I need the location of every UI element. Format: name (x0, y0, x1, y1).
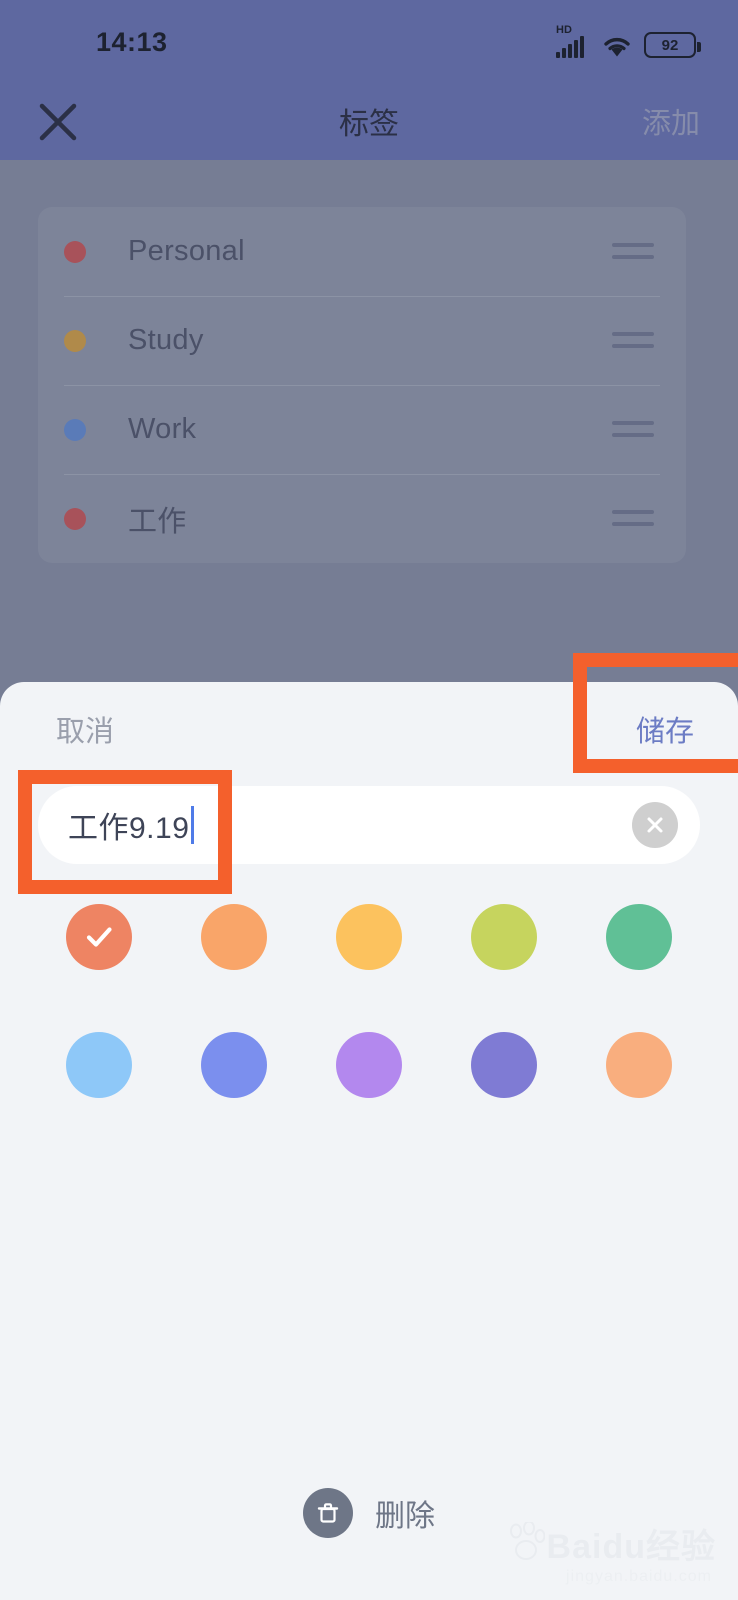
tag-color-dot (64, 507, 86, 530)
table-row[interactable]: 工作 (38, 474, 686, 563)
color-swatch[interactable] (336, 904, 402, 970)
tag-list-card: Personal Study Work 工作 (38, 207, 686, 563)
save-button[interactable]: 储存 (636, 682, 694, 776)
tag-color-dot (64, 329, 86, 352)
check-icon (86, 927, 112, 947)
color-swatch[interactable] (201, 904, 267, 970)
table-row[interactable]: Study (38, 296, 686, 385)
color-swatch[interactable] (66, 1032, 132, 1098)
page-title: 标签 (339, 108, 399, 141)
color-swatch[interactable] (471, 904, 537, 970)
color-picker-grid (0, 904, 738, 1160)
hd-label: HD (556, 24, 572, 36)
nav-bar: 标签 添加 (0, 82, 738, 160)
color-swatch-row-1 (0, 904, 738, 970)
color-swatch[interactable] (606, 1032, 672, 1098)
cancel-button[interactable]: 取消 (56, 682, 114, 776)
drag-handle-icon[interactable] (612, 331, 654, 350)
tag-color-dot (64, 418, 86, 441)
drag-handle-icon[interactable] (612, 242, 654, 261)
delete-tag-button[interactable]: 删除 (0, 1488, 738, 1538)
delete-label: 删除 (375, 1500, 435, 1533)
wifi-icon (601, 32, 633, 58)
tag-name-input[interactable]: 工作9.19 (38, 786, 700, 864)
drag-handle-icon[interactable] (612, 509, 654, 528)
text-caret (191, 806, 195, 844)
battery-icon: 92 (644, 32, 701, 58)
sheet-action-bar: 取消 储存 (0, 682, 738, 776)
clear-circle-icon[interactable] (632, 802, 678, 848)
battery-level-label: 92 (661, 36, 679, 54)
signal-bars-icon: HD (556, 24, 590, 58)
color-swatch[interactable] (606, 904, 672, 970)
table-row[interactable]: Work (38, 385, 686, 474)
tag-name-label: 工作 (128, 505, 187, 538)
table-row[interactable]: Personal (38, 207, 686, 296)
drag-handle-icon[interactable] (612, 420, 654, 439)
tag-edit-sheet: 取消 储存 工作9.19 删除 Baidu 经验 jingyan.baidu.c… (0, 682, 738, 1600)
tag-name-label: Study (128, 324, 204, 356)
color-swatch-selected[interactable] (66, 904, 132, 970)
tag-name-label: Work (128, 413, 197, 445)
tag-name-input-value: 工作9.19 (68, 812, 190, 845)
color-swatch-row-2 (0, 1032, 738, 1098)
color-swatch[interactable] (336, 1032, 402, 1098)
status-bar-clock: 14:13 (96, 27, 168, 57)
status-bar-indicators: HD 92 (556, 24, 701, 58)
tag-name-label: Personal (128, 235, 245, 267)
color-swatch[interactable] (471, 1032, 537, 1098)
status-bar: 14:13 HD 92 (0, 0, 738, 82)
trash-icon (303, 1488, 353, 1538)
watermark-url: jingyan.baidu.com (566, 1568, 712, 1585)
tag-color-dot (64, 240, 86, 263)
color-swatch[interactable] (201, 1032, 267, 1098)
add-tag-button[interactable]: 添加 (642, 82, 700, 160)
